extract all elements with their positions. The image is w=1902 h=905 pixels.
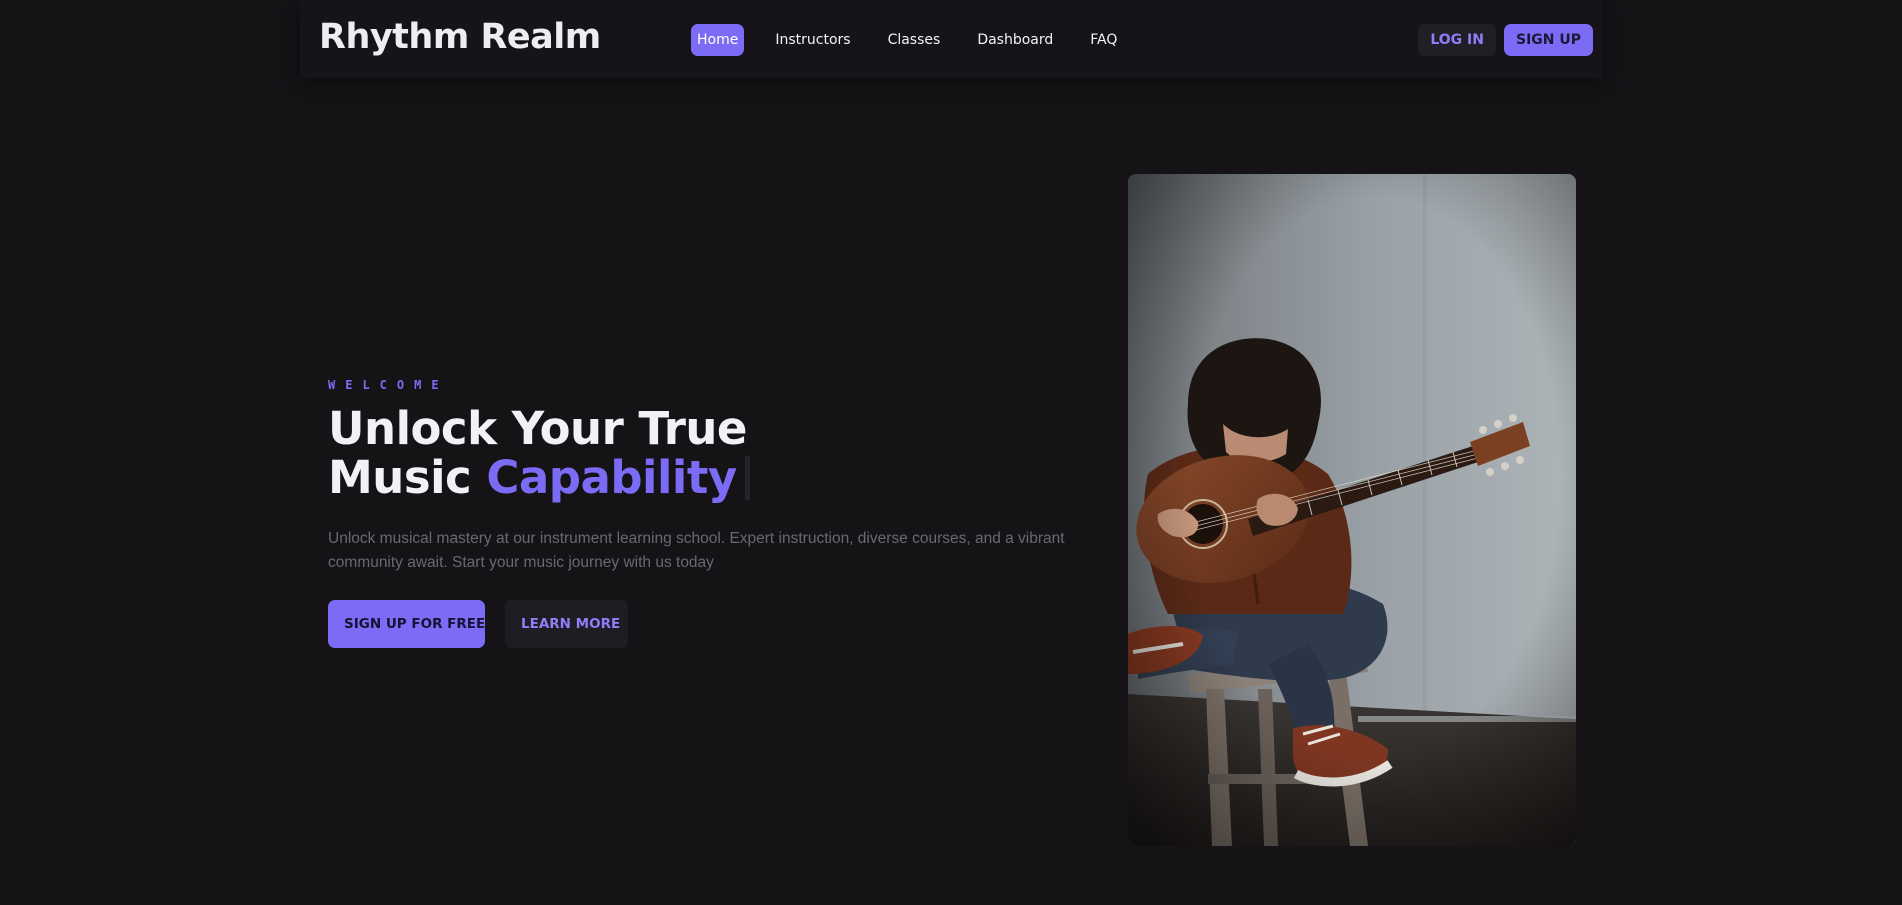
headline-line-2-prefix: Music — [328, 451, 487, 504]
hero-photo — [1128, 174, 1576, 846]
main-nav: Home Instructors Classes Dashboard FAQ — [691, 24, 1148, 56]
headline-accent: Capability — [486, 451, 737, 504]
nav-link-instructors[interactable]: Instructors — [769, 24, 856, 56]
learn-more-button[interactable]: LEARN MORE — [505, 600, 628, 648]
login-button[interactable]: LOG IN — [1418, 24, 1496, 56]
nav-link-home[interactable]: Home — [691, 24, 745, 56]
hero-description: Unlock musical mastery at our instrument… — [328, 530, 1065, 571]
typing-caret — [744, 456, 750, 500]
nav-link-faq[interactable]: FAQ — [1084, 24, 1123, 56]
hero-cta-row: SIGN UP FOR FREE LEARN MORE — [328, 600, 1098, 648]
nav-link-dashboard[interactable]: Dashboard — [971, 24, 1059, 56]
top-navbar: Rhythm Realm Home Instructors Classes Da… — [300, 0, 1602, 78]
hero-headline: Unlock Your True Music Capability — [328, 404, 1098, 502]
guitarist-illustration — [1128, 174, 1576, 846]
hero-section: WELCOME Unlock Your True Music Capabilit… — [328, 378, 1098, 648]
hero-eyebrow: WELCOME — [328, 378, 449, 392]
nav-link-classes[interactable]: Classes — [882, 24, 947, 56]
brand-logo[interactable]: Rhythm Realm — [319, 17, 601, 57]
signup-free-button[interactable]: SIGN UP FOR FREE — [328, 600, 485, 648]
signup-button[interactable]: SIGN UP — [1503, 24, 1593, 56]
auth-actions: LOG IN SIGN UP — [1418, 24, 1593, 56]
headline-line-1: Unlock Your True — [328, 402, 747, 455]
